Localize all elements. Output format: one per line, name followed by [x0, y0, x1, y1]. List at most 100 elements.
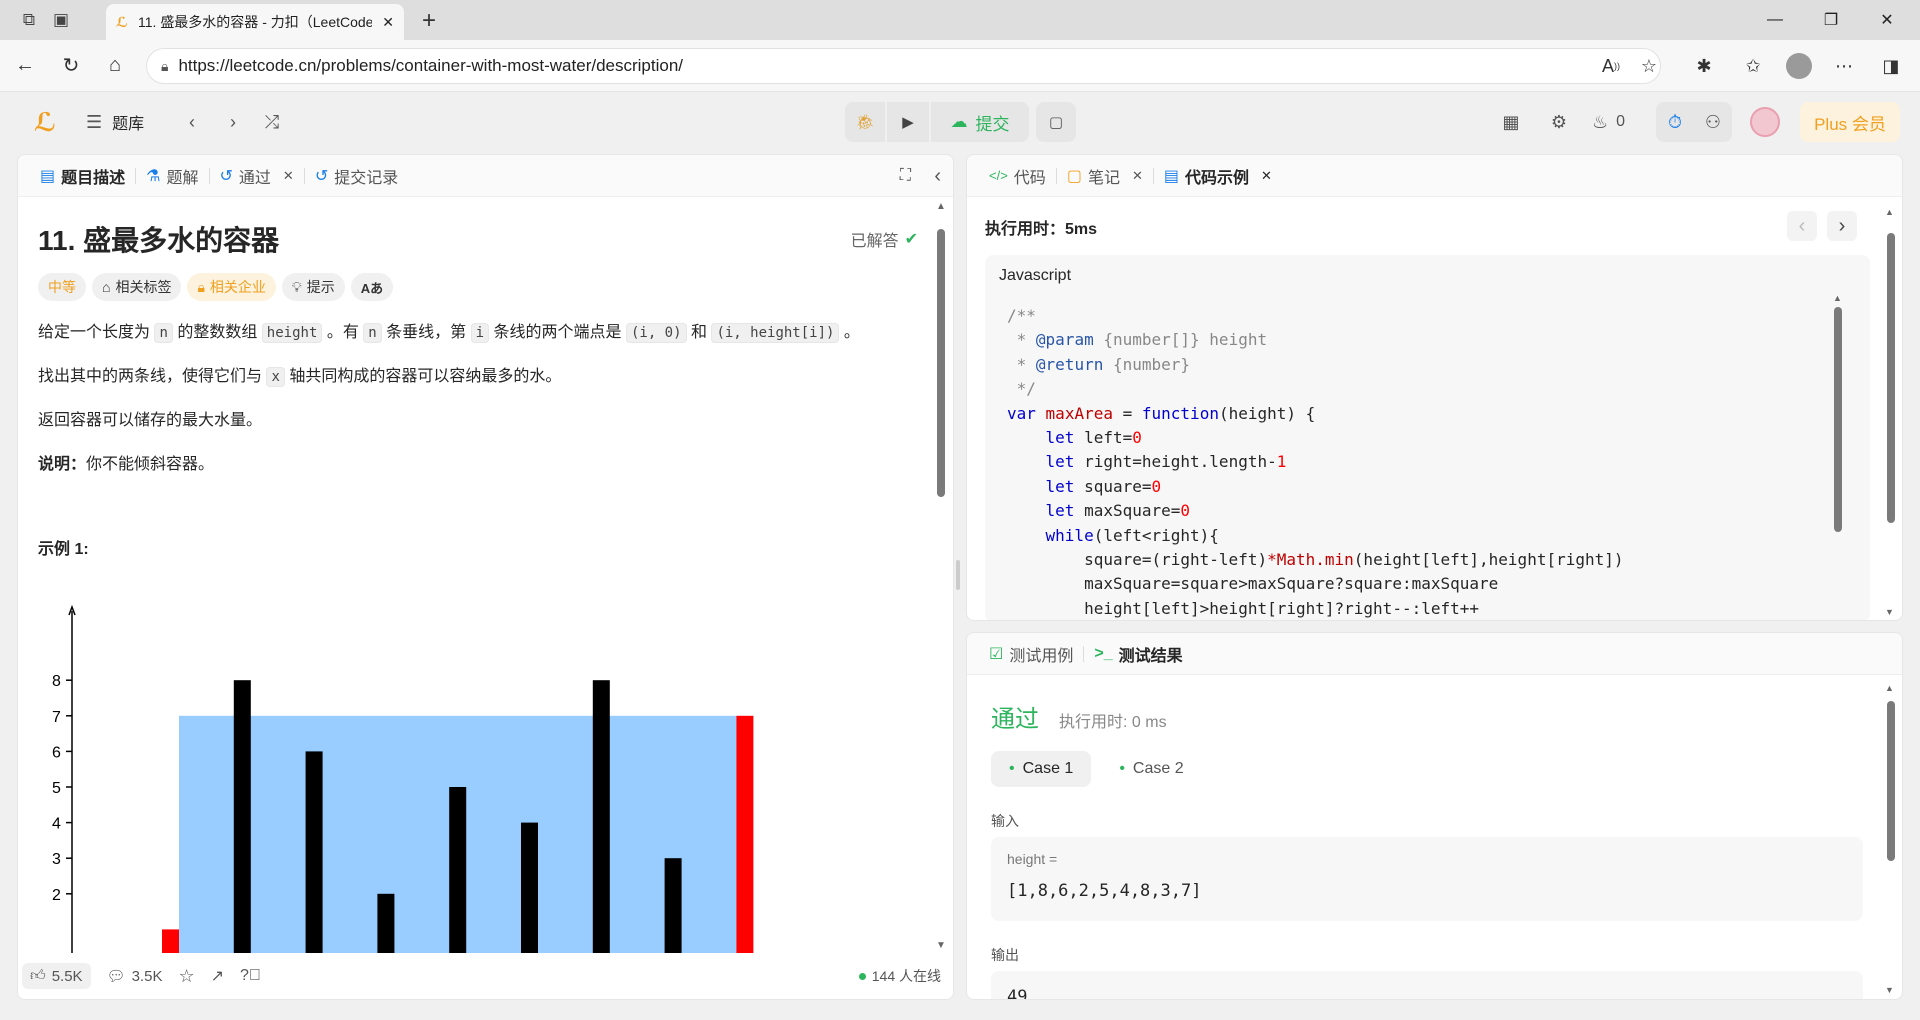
close-window-button[interactable]: ✕ [1859, 0, 1915, 40]
timer-icon[interactable]: ⏱ [1656, 102, 1694, 142]
new-tab-button[interactable]: + [414, 6, 444, 36]
home-button[interactable]: ⌂ [93, 44, 137, 88]
code-line: maxSquare=square>maxSquare?square:maxSqu… [1007, 574, 1499, 594]
output-value: 49 [1007, 987, 1028, 1000]
user-avatar[interactable] [1750, 107, 1780, 137]
y-tick-label: 4 [52, 816, 61, 833]
favorites-icon[interactable]: ✩ [1735, 48, 1771, 84]
tab-description-label: 题目描述 [61, 169, 126, 187]
close-tab-icon[interactable]: ✕ [283, 168, 294, 184]
panel-resize-handle[interactable] [956, 560, 960, 590]
related-companies-label: 相关企业 [209, 279, 266, 295]
close-tab-icon[interactable]: ✕ [1261, 168, 1272, 184]
left-scrollbar[interactable]: ▲ ▼ [934, 197, 948, 953]
translate-chip[interactable]: Aあ [350, 273, 394, 301]
test-panel-scrollbar[interactable]: ▲ ▼ [1885, 683, 1897, 995]
streak-counter[interactable]: ♨ 0 [1592, 108, 1625, 136]
random-problem-icon[interactable]: ⤮ [258, 108, 286, 136]
close-tab-icon[interactable]: ✕ [382, 14, 394, 31]
sidebar-icon[interactable]: ◨ [1873, 48, 1909, 84]
y-tick-label: 3 [52, 851, 61, 868]
leetcode-logo-icon[interactable]: ℒ [30, 107, 60, 137]
problem-content: 11. 盛最多水的容器 已解答 ✔ 中等 ⌂ 相关标签 🔒︎ 相关企业 💡︎ 提… [38, 197, 928, 957]
note-icon: ▢ [1066, 167, 1082, 185]
case-tab-2[interactable]: • Case 2 [1101, 751, 1201, 787]
collapse-panel-icon[interactable]: ‹ [934, 165, 941, 188]
hint-chip[interactable]: 💡︎ 提示 [281, 273, 345, 301]
related-tags-chip[interactable]: ⌂ 相关标签 [92, 273, 182, 301]
debug-icon[interactable]: 🐞︎ [845, 102, 885, 142]
code-line: /** [1007, 306, 1036, 325]
bar-4 [377, 893, 395, 957]
description-note: 说明：你不能倾斜容器。 [38, 453, 928, 477]
fullscreen-icon[interactable]: ⛶ [900, 167, 911, 185]
favorite-star-icon[interactable]: ☆ [1631, 48, 1667, 84]
reload-button[interactable]: ↻ [49, 44, 93, 88]
share-icon[interactable]: ↗ [211, 966, 224, 986]
run-toolbar: 🐞︎ ▶ ☁︎ 提交 [845, 102, 1029, 142]
browser-tab-active[interactable]: ℒ 11. 盛最多水的容器 - 力扣（LeetCode） ✕ [106, 4, 404, 40]
next-problem-icon[interactable]: › [219, 108, 247, 136]
problem-bank-button[interactable]: ☰ 题库 [86, 108, 144, 136]
tag-icon: ⌂ [102, 279, 111, 295]
tab-description[interactable]: ▤ 题目描述 [30, 155, 135, 197]
check-circle-icon: ✔ [904, 231, 918, 248]
maximize-button[interactable]: ❐ [1803, 0, 1859, 40]
extensions-icon[interactable]: ✱ [1686, 48, 1722, 84]
star-icon[interactable]: ☆ [178, 966, 194, 987]
tab-accepted-label: 通过 [238, 169, 271, 187]
plus-membership-button[interactable]: Plus 会员 [1800, 102, 1900, 142]
code-line: * @param {number[]} height [1007, 330, 1268, 350]
layout-icon[interactable]: ▦ [1497, 108, 1525, 136]
checkbox-icon: ☑ [989, 645, 1004, 663]
tab-code-sample[interactable]: ▤ 代码示例 ✕ [1154, 155, 1282, 197]
tab-accepted[interactable]: ↺ 通过 ✕ [210, 155, 304, 197]
online-dot [858, 972, 866, 980]
tab-submissions[interactable]: ↺ 提交记录 [305, 155, 408, 197]
code-scrollbar[interactable]: ▲ [1833, 293, 1843, 620]
browser-tab-bar: ⧉ ▣ ℒ 11. 盛最多水的容器 - 力扣（LeetCode） ✕ + — ❐… [0, 0, 1920, 40]
submit-button[interactable]: ☁︎ 提交 [931, 102, 1029, 142]
comments-button[interactable]: 💬︎ 3.5K [107, 967, 163, 986]
problem-title: 11. 盛最多水的容器 [38, 225, 280, 256]
sample-runtime: 执行用时：5ms [985, 221, 1098, 238]
case-tab-1[interactable]: • Case 1 [991, 751, 1092, 787]
url-field[interactable]: 🔒︎ https://leetcode.cn/problems/containe… [146, 48, 1661, 84]
related-companies-chip[interactable]: 🔒︎ 相关企业 [187, 273, 276, 301]
y-tick-label: 5 [52, 780, 61, 797]
prev-sample-button[interactable]: ‹ [1787, 211, 1817, 241]
tab-testcase[interactable]: ☑ 测试用例 [979, 633, 1083, 675]
note-icon[interactable]: ▢ [1036, 102, 1076, 142]
difficulty-badge[interactable]: 中等 [38, 273, 86, 301]
minimize-button[interactable]: — [1747, 0, 1803, 40]
tab-solutions[interactable]: ⚗ 题解 [136, 155, 208, 197]
code-line: let right=height.length-1 [1045, 452, 1287, 472]
profile-avatar[interactable] [1781, 48, 1817, 84]
tab-code[interactable]: </> 代码 [979, 155, 1056, 197]
online-label: 144 人在线 [871, 968, 941, 984]
prev-problem-icon[interactable]: ‹ [178, 108, 206, 136]
flask-icon: ⚗ [146, 167, 161, 185]
read-aloud-icon[interactable]: A)) [1593, 48, 1629, 84]
tab-test-result[interactable]: >_ 测试结果 [1084, 633, 1192, 675]
like-button[interactable]: 👍︎ 5.5K [22, 963, 91, 989]
y-tick-label: 7 [52, 709, 61, 726]
tab-actions-icon[interactable]: ▣ [46, 5, 76, 35]
run-button[interactable]: ▶ [887, 102, 929, 142]
back-button[interactable]: ← [3, 44, 47, 88]
input-value: [1,8,6,2,5,4,8,3,7] [1007, 881, 1202, 901]
settings-gear-icon[interactable]: ⚙ [1545, 108, 1573, 136]
add-friend-icon[interactable]: ⚇ [1694, 102, 1732, 142]
browser-tab-title: 11. 盛最多水的容器 - 力扣（LeetCode） [138, 14, 373, 30]
test-tabs: ☑ 测试用例 >_ 测试结果 [967, 633, 1902, 675]
close-tab-icon[interactable]: ✕ [1132, 168, 1143, 184]
bar-5 [449, 787, 467, 957]
workspaces-icon[interactable]: ⧉ [14, 5, 44, 35]
tab-notes[interactable]: ▢ 笔记 ✕ [1057, 155, 1153, 197]
code-panel-scrollbar[interactable]: ▲ ▼ [1885, 207, 1897, 617]
code-line: height[left]>height[right]?right--:left+… [1007, 598, 1480, 618]
more-menu-icon[interactable]: ⋯ [1826, 48, 1862, 84]
problem-tabs: ▤ 题目描述 ⚗ 题解 ↺ 通过 ✕ ↺ 提交记录 ⛶ ‹ [18, 155, 953, 197]
help-icon[interactable]: ?⃝ [240, 967, 261, 985]
next-sample-button[interactable]: › [1827, 211, 1857, 241]
